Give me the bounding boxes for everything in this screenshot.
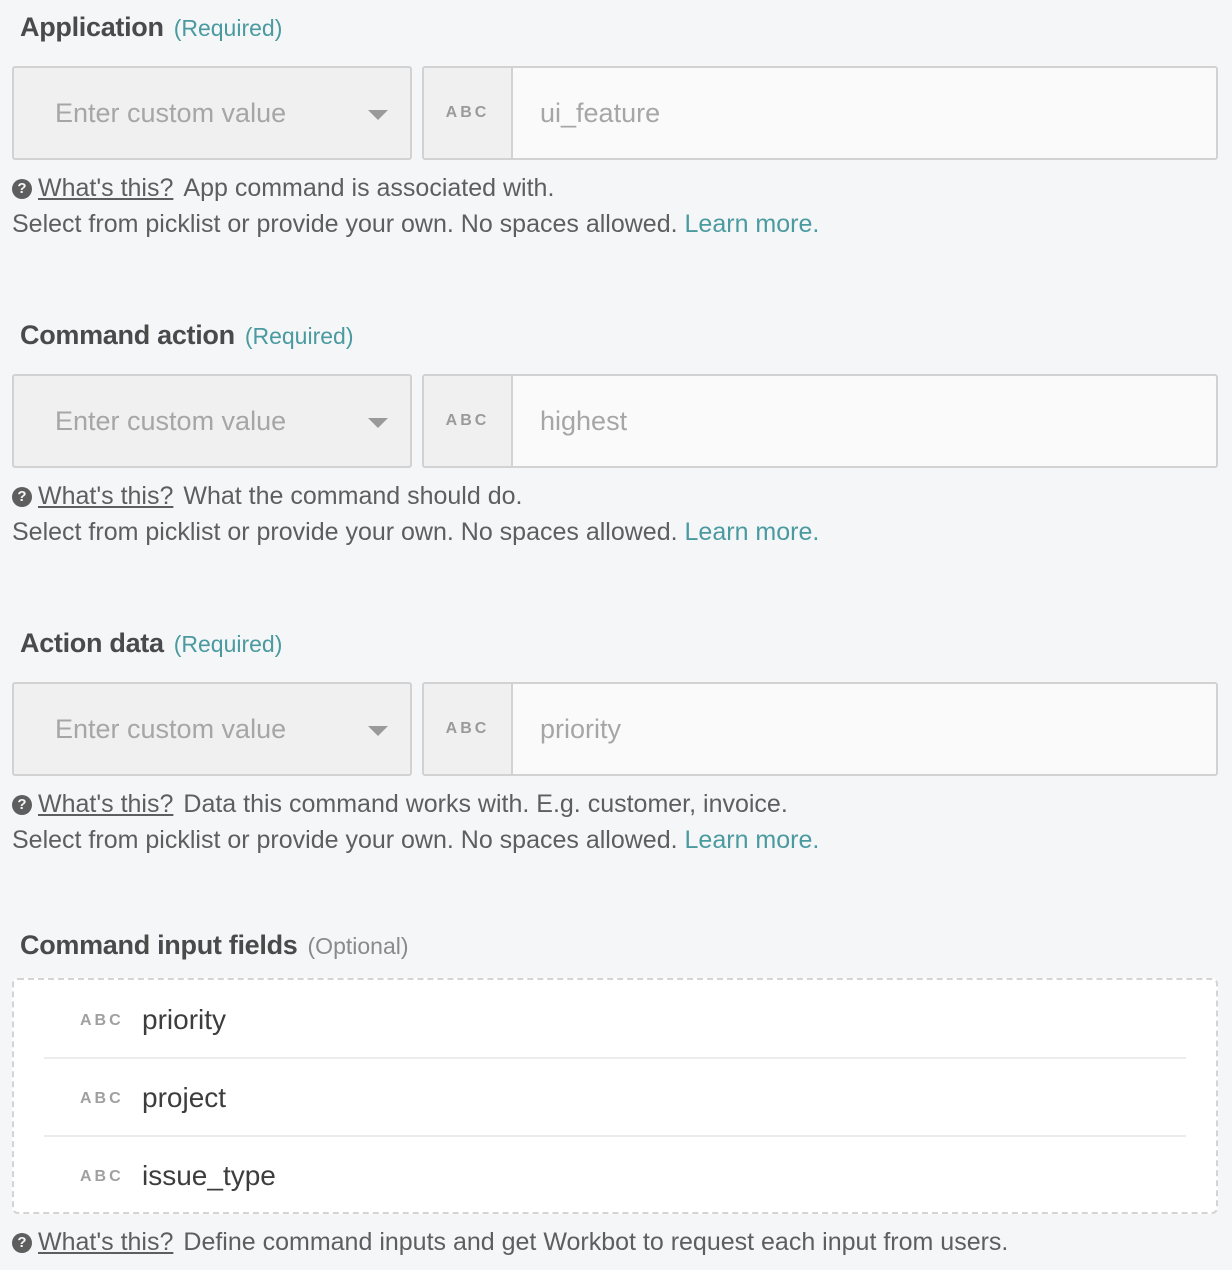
abc-type-icon: ABC (80, 1090, 124, 1107)
application-value-input[interactable]: ABC ui_feature (422, 66, 1218, 160)
action-data-picklist[interactable]: Enter custom value (12, 682, 412, 776)
field-name: project (142, 1082, 227, 1113)
question-circle-icon: ? (12, 178, 32, 199)
caret-down-icon[interactable] (368, 418, 388, 428)
input-fields-list[interactable]: ABC priority ABC project ABC issue_type (12, 978, 1218, 1214)
required-tag: (Required) (244, 323, 354, 349)
list-item[interactable]: ABC project (44, 1060, 1186, 1138)
command-action-value-input[interactable]: ABC highest (422, 374, 1218, 468)
input-value: highest (540, 406, 628, 436)
whats-this-link[interactable]: What's this? (38, 174, 173, 203)
section-title: Command input fields (20, 930, 298, 960)
required-tag: (Required) (173, 15, 283, 41)
divider (44, 1057, 1186, 1059)
abc-type-icon: ABC (445, 720, 490, 737)
note-text: Select from picklist or provide your own… (12, 210, 678, 238)
abc-type-icon: ABC (80, 1168, 124, 1185)
type-badge: ABC (424, 376, 513, 466)
whats-this-link[interactable]: What's this? (38, 482, 173, 511)
required-tag: (Required) (173, 631, 283, 657)
input-value: priority (540, 714, 622, 744)
picklist-placeholder: Enter custom value (55, 98, 287, 128)
learn-more-link[interactable]: Learn more. (685, 210, 820, 238)
abc-type-icon: ABC (80, 1012, 124, 1029)
list-item[interactable]: ABC priority (44, 982, 1186, 1060)
list-item[interactable]: ABC issue_type (44, 1138, 1186, 1216)
type-badge: ABC (424, 68, 513, 158)
abc-type-icon: ABC (445, 104, 490, 121)
section-title: Command action (20, 320, 235, 350)
action-data-label: Action data (Required) (20, 628, 282, 659)
caret-down-icon[interactable] (368, 726, 388, 736)
help-text: Define command inputs and get Workbot to… (183, 1228, 1009, 1256)
caret-down-icon[interactable] (368, 110, 388, 120)
learn-more-link[interactable]: Learn more. (685, 518, 820, 546)
question-circle-icon: ? (12, 1232, 32, 1253)
help-text: App command is associated with. (183, 174, 555, 202)
section-title: Application (20, 12, 164, 42)
help-text: Data this command works with. E.g. custo… (183, 790, 788, 818)
command-action-picklist[interactable]: Enter custom value (12, 374, 412, 468)
picklist-placeholder: Enter custom value (55, 714, 287, 744)
command-action-label: Command action (Required) (20, 320, 353, 351)
whats-this-link[interactable]: What's this? (38, 790, 173, 819)
divider (44, 1135, 1186, 1137)
application-picklist[interactable]: Enter custom value (12, 66, 412, 160)
note-text: Select from picklist or provide your own… (12, 826, 678, 854)
help-text: What the command should do. (183, 482, 523, 510)
command-input-fields-label: Command input fields (Optional) (20, 930, 409, 961)
question-circle-icon: ? (12, 794, 32, 815)
action-data-value-input[interactable]: ABC priority (422, 682, 1218, 776)
question-circle-icon: ? (12, 486, 32, 507)
note-text: Select from picklist or provide your own… (12, 518, 678, 546)
application-label: Application (Required) (20, 12, 282, 43)
field-name: issue_type (142, 1160, 276, 1191)
field-name: priority (142, 1004, 227, 1035)
optional-tag: (Optional) (307, 933, 409, 959)
input-value: ui_feature (540, 98, 661, 128)
whats-this-link[interactable]: What's this? (38, 1228, 173, 1257)
learn-more-link[interactable]: Learn more. (685, 826, 820, 854)
picklist-placeholder: Enter custom value (55, 406, 287, 436)
abc-type-icon: ABC (445, 412, 490, 429)
section-title: Action data (20, 628, 164, 658)
type-badge: ABC (424, 684, 513, 774)
